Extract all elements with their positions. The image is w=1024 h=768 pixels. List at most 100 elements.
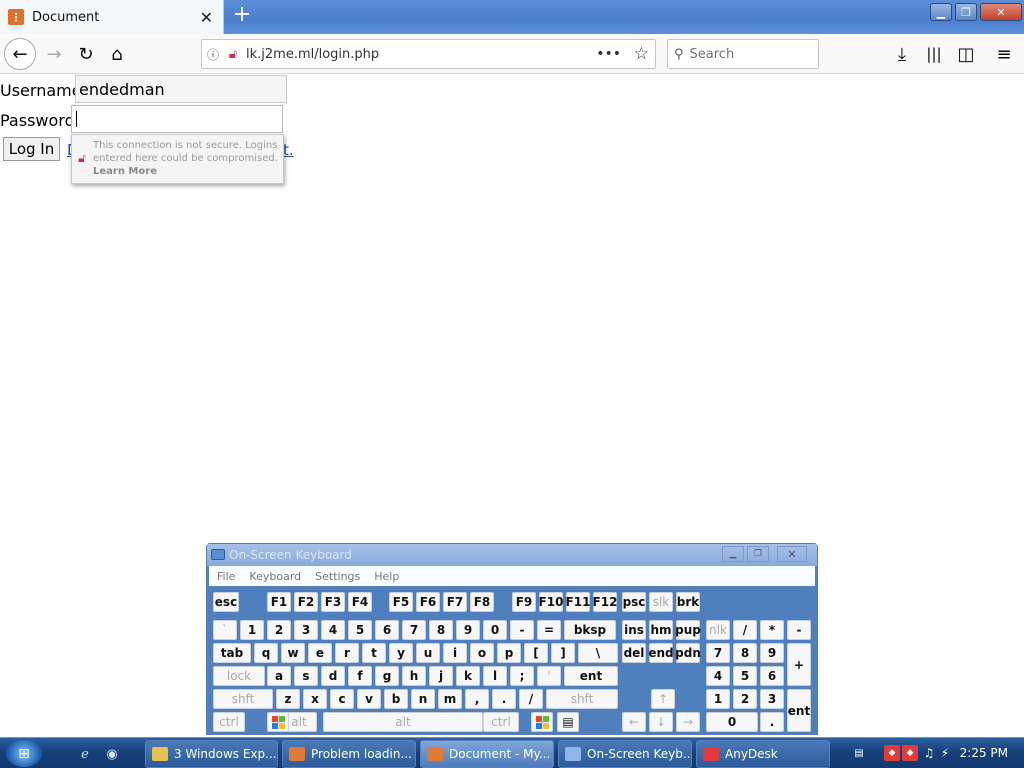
osk-key[interactable]: 0 [706,712,758,732]
osk-key[interactable]: - [510,620,534,640]
taskbar-item-anydesk[interactable]: AnyDesk [696,740,830,768]
osk-key[interactable]: t [362,643,386,663]
osk-key[interactable]: 5 [348,620,372,640]
osk-key[interactable]: 2 [267,620,291,640]
osk-key[interactable]: F12 [593,592,617,612]
osk-key[interactable]: F5 [389,592,413,612]
osk-key[interactable]: k [456,666,480,686]
osk-key[interactable]: ent [787,689,811,732]
osk-menu-help[interactable]: Help [374,570,399,583]
osk-key[interactable]: 9 [760,643,784,663]
osk-maximize-button[interactable]: ❐ [747,546,769,562]
username-input[interactable]: endedman [75,75,287,103]
osk-key[interactable]: F3 [321,592,345,612]
password-input[interactable] [71,105,283,133]
url-bar[interactable]: ⓘ 🔓︎ lk.j2me.ml/login.php ••• ☆ [201,39,656,69]
osk-key[interactable]: F8 [470,592,494,612]
osk-key[interactable]: = [537,620,561,640]
page-actions-icon[interactable]: ••• [596,46,621,62]
clock[interactable]: 2:25 PM [960,746,1008,760]
osk-key[interactable]: lock [213,666,265,686]
osk-key[interactable]: 6 [375,620,399,640]
osk-key[interactable]: 4 [321,620,345,640]
osk-menu-keyboard[interactable]: Keyboard [249,570,301,583]
osk-key[interactable]: psc [622,592,646,612]
link-fragment-right[interactable]: t. [283,141,294,159]
osk-key[interactable]: F2 [294,592,318,612]
maximize-button[interactable]: ❐ [955,3,977,21]
osk-key[interactable]: → [676,712,700,732]
osk-key[interactable]: 6 [760,666,784,686]
search-bar[interactable]: ⚲ Search [667,39,819,69]
info-icon[interactable]: ⓘ [202,46,224,63]
osk-key[interactable]: F10 [539,592,563,612]
osk-key[interactable]: 1 [240,620,264,640]
taskbar-item-explorer[interactable]: 3 Windows Exp... ▼ [145,740,278,768]
osk-key[interactable]: [ [524,643,548,663]
osk-key[interactable]: ctrl [213,712,245,732]
osk-key[interactable]: 3 [760,689,784,709]
osk-key[interactable]: / [519,689,543,709]
osk-key[interactable]: 9 [456,620,480,640]
osk-key[interactable]: o [470,643,494,663]
insecure-lock-icon[interactable]: 🔓︎ [224,47,242,62]
osk-key[interactable]: e [308,643,332,663]
win-key-right-icon[interactable] [531,712,553,732]
anydesk-tray-icon-2[interactable]: ◆ [902,745,918,761]
osk-key[interactable]: u [416,643,440,663]
osk-key[interactable]: ` [213,620,237,640]
sidebar-icon[interactable]: ◫ [952,40,980,68]
osk-key[interactable]: m [438,689,462,709]
osk-key[interactable]: 0 [483,620,507,640]
osk-key[interactable]: ; [510,666,534,686]
taskbar-item-firefox-2[interactable]: Document - My... [420,740,554,768]
osk-key[interactable]: end [648,643,674,663]
volume-icon[interactable]: ♫ [922,745,936,761]
osk-key[interactable]: 8 [733,643,757,663]
osk-key[interactable]: 1 [706,689,730,709]
osk-key[interactable]: F4 [348,592,372,612]
osk-key[interactable]: F7 [443,592,467,612]
osk-key[interactable]: . [760,712,784,732]
ie-icon[interactable]: ℯ [76,745,94,763]
osk-key[interactable]: p [497,643,521,663]
osk-close-button[interactable]: ✕ [777,546,807,562]
menu-icon[interactable]: ≡ [990,40,1018,68]
browser-tab[interactable]: ⋮ Document ✕ [0,0,224,34]
osk-key[interactable]: pdn [675,643,701,663]
osk-key[interactable]: 2 [733,689,757,709]
osk-key[interactable]: f [348,666,372,686]
osk-key[interactable]: ] [551,643,575,663]
osk-key[interactable]: y [389,643,413,663]
osk-key[interactable]: w [281,643,305,663]
login-button[interactable]: Log In [3,137,60,161]
osk-key[interactable]: hm [649,620,673,640]
osk-key[interactable]: z [276,689,300,709]
osk-key[interactable]: i [443,643,467,663]
osk-key[interactable]: alt [323,712,483,732]
osk-key[interactable]: . [492,689,516,709]
win-key-left-icon[interactable] [267,712,289,732]
quicklaunch-icon[interactable]: ◉ [103,745,121,763]
reload-button[interactable]: ↻ [72,40,100,68]
home-button[interactable]: ⌂ [103,40,131,68]
osk-key[interactable]: x [303,689,327,709]
osk-key[interactable]: d [321,666,345,686]
osk-key[interactable]: a [267,666,291,686]
osk-key[interactable]: esc [213,592,239,612]
close-tab-icon[interactable]: ✕ [200,8,213,27]
osk-key[interactable]: + [787,643,811,686]
osk-key[interactable]: \ [578,643,618,663]
osk-key[interactable]: q [254,643,278,663]
keyboard-tray-icon[interactable]: ▤ [852,746,866,760]
start-button[interactable]: ⊞ [6,740,42,767]
osk-key[interactable]: 4 [706,666,730,686]
osk-key[interactable]: s [294,666,318,686]
back-button[interactable]: ← [4,38,36,70]
new-tab-button[interactable]: + [230,4,254,28]
osk-key[interactable]: , [465,689,489,709]
osk-key[interactable]: 7 [402,620,426,640]
osk-key[interactable]: ↑ [651,689,675,709]
osk-key[interactable]: tab [213,643,251,663]
osk-key[interactable]: bksp [564,620,616,640]
